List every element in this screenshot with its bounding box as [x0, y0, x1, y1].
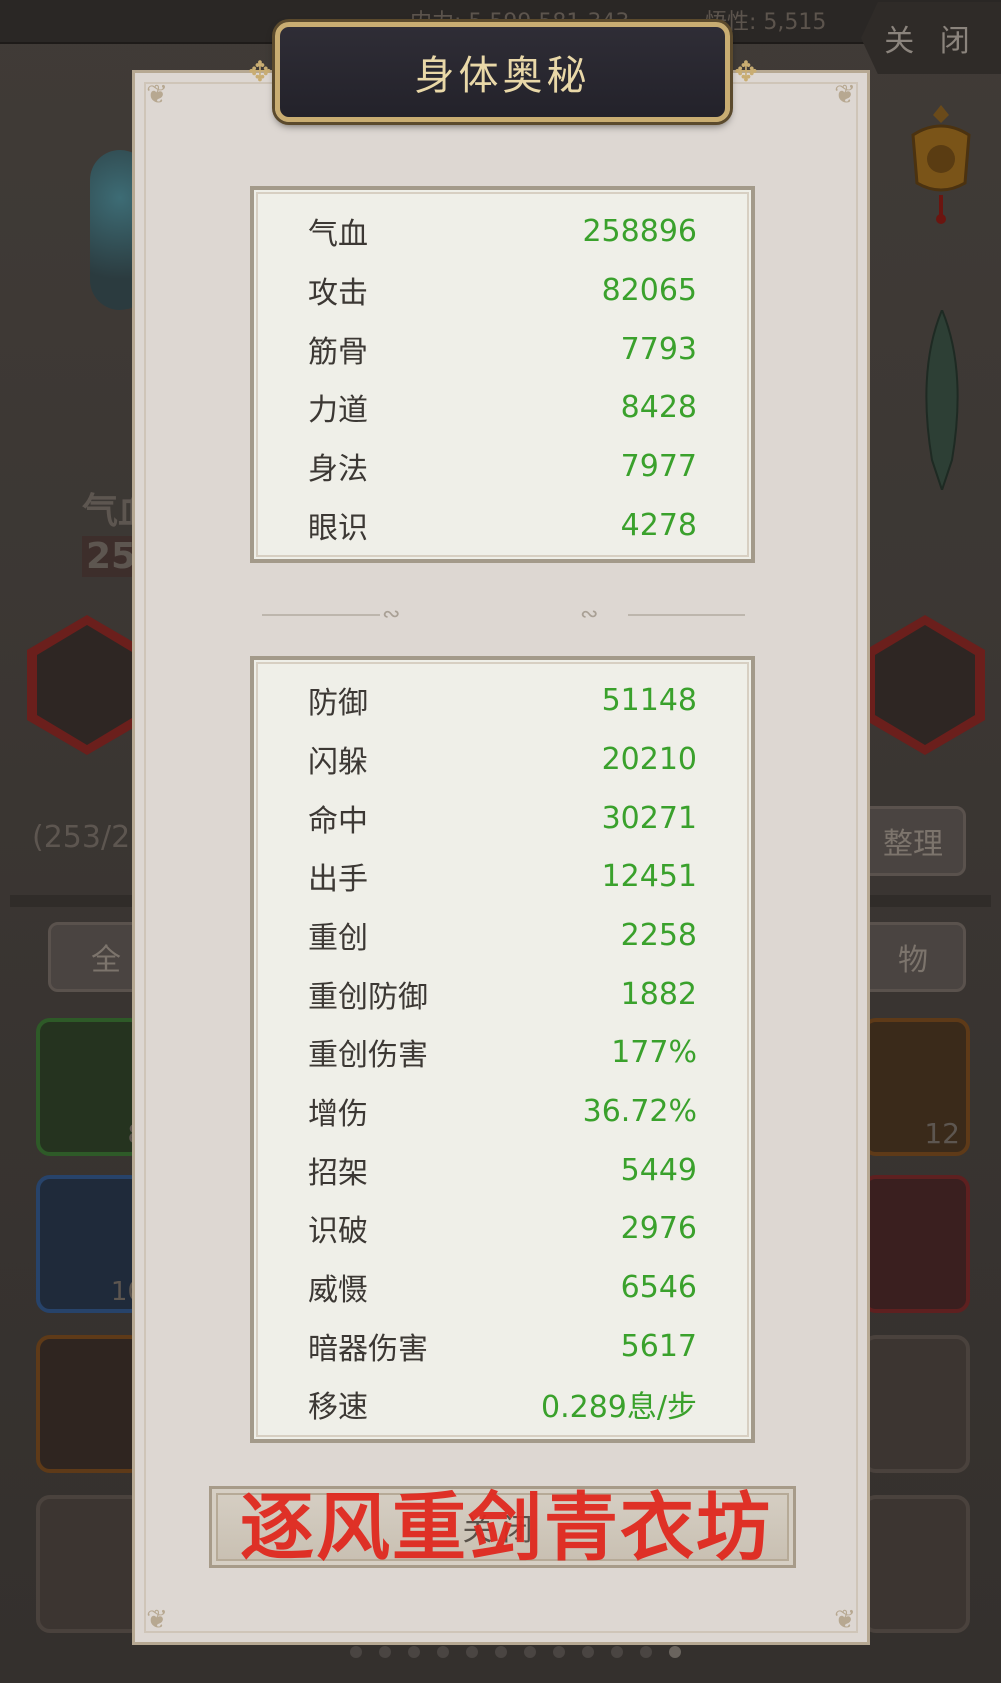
stat-row: 防御 51148	[308, 675, 697, 725]
stat-value: 51148	[601, 682, 697, 718]
stat-row: 重创防御 1882	[308, 969, 697, 1019]
stat-label: 出手	[308, 862, 368, 897]
corner-ornament-icon: ❦	[146, 80, 168, 110]
stat-label: 眼识	[308, 511, 368, 546]
filter-items-tab[interactable]: 物	[860, 922, 966, 992]
stat-row: 识破 2976	[308, 1203, 697, 1253]
stat-row: 暗器伤害 5617	[308, 1321, 697, 1371]
inventory-slot[interactable]	[862, 1495, 970, 1633]
panel-title-plate: 身体奥秘	[275, 22, 730, 122]
stat-label: 命中	[308, 804, 368, 839]
stat-value: 5617	[620, 1328, 697, 1364]
corner-ornament-icon: ❦	[834, 1605, 856, 1635]
stat-value: 1882	[620, 976, 697, 1012]
feather-item-icon	[925, 310, 959, 490]
stat-label: 重创防御	[308, 980, 428, 1015]
lantern-ornament-icon	[911, 105, 971, 224]
stat-value: 2258	[620, 917, 697, 953]
stat-row: 命中 30271	[308, 793, 697, 843]
stat-label: 攻击	[308, 276, 368, 311]
stat-value: 4278	[620, 507, 697, 543]
stat-row: 增伤 36.72%	[308, 1086, 697, 1136]
weapon-slot-hex[interactable]	[27, 615, 147, 755]
stat-value: 20210	[601, 741, 697, 777]
watermark-text: 逐风重剑青衣坊	[240, 1485, 772, 1571]
title-wing-right-icon: ✥	[734, 55, 758, 88]
stat-value: 36.72%	[582, 1093, 697, 1129]
stat-label: 闪躲	[308, 745, 368, 780]
stat-label: 重创	[308, 921, 368, 956]
stat-value: 177%	[611, 1034, 697, 1070]
inventory-slot[interactable]: 8	[36, 1018, 144, 1156]
stat-row: 出手 12451	[308, 851, 697, 901]
stat-row: 招架 5449	[308, 1145, 697, 1195]
basic-stats-box: 气血 258896 攻击 82065 筋骨 7793 力道 8428 身法 79…	[250, 186, 755, 563]
stat-label: 威慑	[308, 1273, 368, 1308]
stat-row: 力道 8428	[308, 382, 697, 432]
stat-row: 攻击 82065	[308, 265, 697, 315]
stat-value: 258896	[582, 213, 697, 249]
stat-value: 8428	[620, 389, 697, 425]
corner-ornament-icon: ❦	[834, 80, 856, 110]
stat-row: 重创伤害 177%	[308, 1027, 697, 1077]
stat-value: 82065	[601, 272, 697, 308]
stat-row: 移速 0.289息/步	[308, 1379, 697, 1429]
stat-label: 增伤	[308, 1097, 368, 1132]
stat-row: 闪躲 20210	[308, 734, 697, 784]
stat-row: 气血 258896	[308, 206, 697, 256]
stat-row: 筋骨 7793	[308, 324, 697, 374]
inventory-slot[interactable]	[36, 1495, 144, 1633]
title-wing-left-icon: ✥	[248, 55, 272, 88]
stat-value: 12451	[601, 858, 697, 894]
stat-label: 身法	[308, 452, 368, 487]
stat-label: 防御	[308, 686, 368, 721]
stat-value: 2976	[620, 1210, 697, 1246]
inventory-slot[interactable]	[862, 1175, 970, 1313]
advanced-stats-box: 防御 51148 闪躲 20210 命中 30271 出手 12451 重创 2…	[250, 656, 755, 1443]
sort-button[interactable]: 整理	[860, 806, 966, 876]
mount-slot-hex[interactable]	[865, 615, 985, 755]
inventory-slot[interactable]	[862, 1335, 970, 1473]
section-divider-right: ∾	[580, 602, 745, 627]
stat-label: 力道	[308, 393, 368, 428]
stat-label: 筋骨	[308, 335, 368, 370]
stat-row: 身法 7977	[308, 441, 697, 491]
stat-value: 7793	[620, 331, 697, 367]
background-close-button[interactable]: 关 闭	[861, 2, 1001, 74]
stat-value: 7977	[620, 448, 697, 484]
stat-label: 识破	[308, 1214, 368, 1249]
panel-title: 身体奥秘	[414, 53, 591, 99]
inventory-slot[interactable]	[36, 1335, 144, 1473]
stat-value: 0.289息/步	[541, 1390, 697, 1425]
stat-label: 暗器伤害	[308, 1332, 428, 1367]
stat-label: 气血	[308, 217, 368, 252]
corner-ornament-icon: ❦	[146, 1605, 168, 1635]
stat-row: 威慑 6546	[308, 1262, 697, 1312]
stat-label: 移速	[308, 1390, 368, 1425]
section-divider-left: ∾	[262, 602, 422, 627]
stat-value: 30271	[601, 800, 697, 836]
stat-value: 5449	[620, 1152, 697, 1188]
stat-label: 重创伤害	[308, 1038, 428, 1073]
stat-row: 重创 2258	[308, 910, 697, 960]
page-indicator	[350, 1646, 681, 1658]
stat-row: 眼识 4278	[308, 500, 697, 550]
stat-value: 6546	[620, 1269, 697, 1305]
inventory-slot[interactable]: 10	[36, 1175, 144, 1313]
stat-label: 招架	[308, 1156, 368, 1191]
inventory-slot[interactable]: 12	[862, 1018, 970, 1156]
